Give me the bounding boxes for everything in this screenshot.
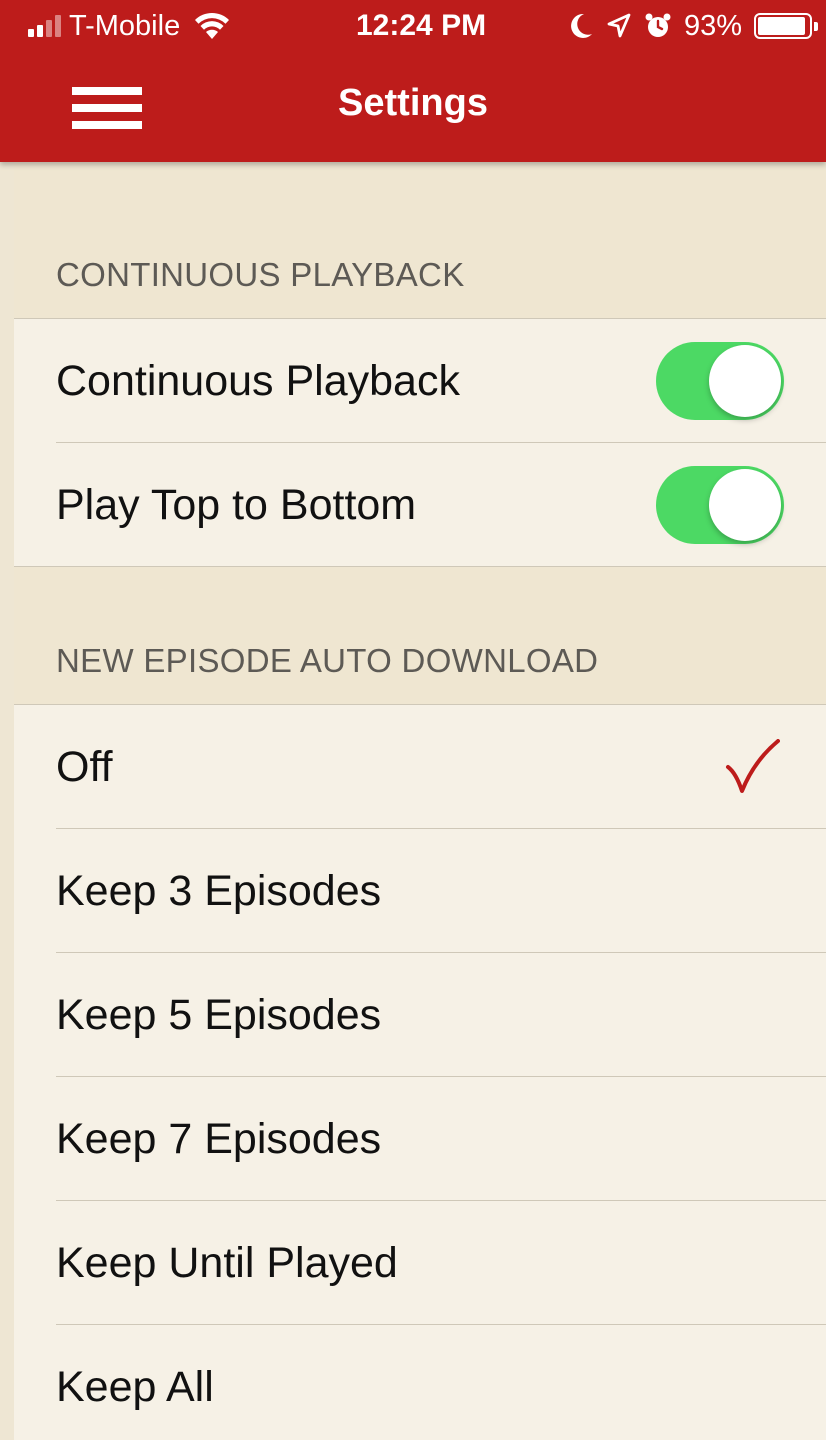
option-label: Keep 5 Episodes <box>56 991 382 1039</box>
battery-percent: 93% <box>683 9 742 42</box>
option-row-keep-3-episodes[interactable]: Keep 3 Episodes <box>14 829 826 953</box>
setting-row-play-top-to-bottom: Play Top to Bottom <box>14 443 826 567</box>
option-row-off[interactable]: Off <box>14 705 826 829</box>
status-time: 12:24 PM <box>356 9 487 42</box>
battery-fill <box>758 17 805 35</box>
play-top-to-bottom-toggle[interactable] <box>656 466 784 544</box>
moon-icon <box>571 13 592 38</box>
section-header-label: CONTINUOUS PLAYBACK <box>56 256 465 293</box>
section-header-new-episode-auto-download: NEW EPISODE AUTO DOWNLOAD <box>14 567 826 705</box>
option-label: Off <box>56 743 113 791</box>
option-row-keep-all[interactable]: Keep All <box>14 1325 826 1440</box>
option-label: Keep All <box>56 1363 214 1411</box>
wifi-icon <box>195 12 230 39</box>
option-row-keep-5-episodes[interactable]: Keep 5 Episodes <box>14 953 826 1077</box>
setting-label: Continuous Playback <box>56 357 460 405</box>
nav-bar: Settings <box>0 52 826 162</box>
section-header-label: NEW EPISODE AUTO DOWNLOAD <box>56 642 599 679</box>
signal-icon <box>28 15 61 37</box>
settings-list: CONTINUOUS PLAYBACK Continuous Playback … <box>14 162 826 1440</box>
setting-label: Play Top to Bottom <box>56 481 417 529</box>
option-label: Keep 3 Episodes <box>56 867 382 915</box>
continuous-playback-toggle[interactable] <box>656 342 784 420</box>
battery-tip <box>814 22 818 31</box>
option-row-keep-until-played[interactable]: Keep Until Played <box>14 1201 826 1325</box>
screen-edge <box>0 162 14 1440</box>
battery-icon <box>754 13 818 39</box>
toggle-knob <box>709 469 781 541</box>
checkmark-icon <box>726 739 780 793</box>
page-title: Settings <box>338 82 488 124</box>
carrier-label: T-Mobile <box>69 9 181 42</box>
toggle-knob <box>709 345 781 417</box>
section-header-continuous-playback: CONTINUOUS PLAYBACK <box>14 162 826 319</box>
option-row-keep-7-episodes[interactable]: Keep 7 Episodes <box>14 1077 826 1201</box>
status-bar: T-Mobile 12:24 PM 93% <box>0 0 826 52</box>
app-header: T-Mobile 12:24 PM 93% Settings <box>0 0 826 162</box>
option-label: Keep Until Played <box>56 1239 398 1287</box>
option-label: Keep 7 Episodes <box>56 1115 382 1163</box>
status-left: T-Mobile <box>28 9 230 43</box>
status-right: 93% <box>568 9 818 43</box>
location-icon <box>607 13 631 38</box>
setting-row-continuous-playback: Continuous Playback <box>14 319 826 443</box>
alarm-icon <box>645 13 671 37</box>
